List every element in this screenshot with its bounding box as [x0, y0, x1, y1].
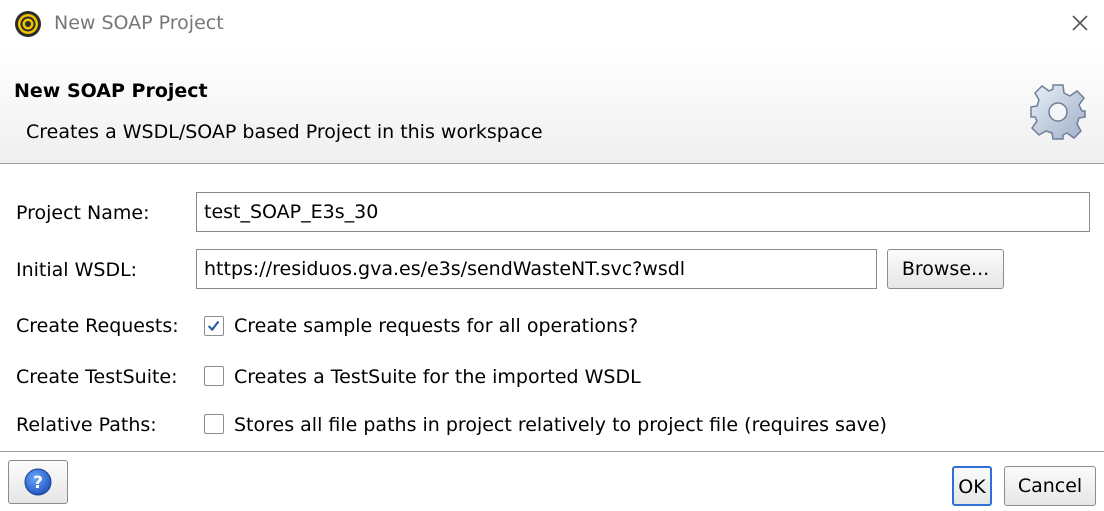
- relative-paths-checkbox[interactable]: [204, 414, 224, 434]
- initial-wsdl-input[interactable]: [196, 249, 877, 289]
- dialog-header: [0, 50, 1104, 164]
- close-icon[interactable]: [1066, 9, 1094, 37]
- gear-icon: [1030, 84, 1086, 140]
- relative-paths-label: Relative Paths:: [16, 414, 157, 436]
- title-bar: New SOAP Project: [0, 0, 1104, 50]
- create-requests-checkbox-label[interactable]: Create sample requests for all operation…: [234, 315, 638, 337]
- help-button[interactable]: ?: [8, 460, 68, 504]
- project-name-input[interactable]: [196, 192, 1090, 232]
- help-icon: ?: [24, 468, 52, 496]
- create-testsuite-checkbox[interactable]: [204, 366, 224, 386]
- cancel-button[interactable]: Cancel: [1004, 466, 1096, 506]
- initial-wsdl-label: Initial WSDL:: [16, 259, 138, 281]
- window-title: New SOAP Project: [54, 12, 224, 34]
- browse-button[interactable]: Browse...: [887, 249, 1004, 289]
- svg-text:?: ?: [33, 473, 43, 493]
- header-title: New SOAP Project: [14, 80, 208, 102]
- header-description: Creates a WSDL/SOAP based Project in thi…: [26, 121, 543, 143]
- create-requests-label: Create Requests:: [16, 315, 179, 337]
- create-testsuite-label: Create TestSuite:: [16, 366, 178, 388]
- project-name-label: Project Name:: [16, 202, 150, 224]
- checkmark-icon: [207, 320, 220, 332]
- footer-divider: [0, 451, 1104, 452]
- soapui-logo-icon: [15, 11, 41, 37]
- create-testsuite-checkbox-label[interactable]: Creates a TestSuite for the imported WSD…: [234, 366, 641, 388]
- create-requests-checkbox[interactable]: [204, 316, 224, 336]
- ok-button[interactable]: OK: [952, 466, 992, 506]
- relative-paths-checkbox-label[interactable]: Stores all file paths in project relativ…: [234, 414, 887, 436]
